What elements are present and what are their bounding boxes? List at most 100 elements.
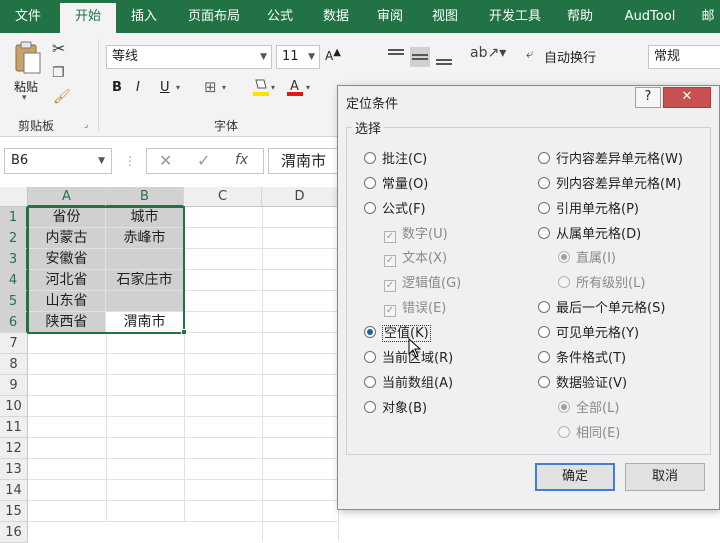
copy-icon[interactable]: ❐ xyxy=(52,65,65,81)
cancel-button[interactable]: 取消 xyxy=(625,463,705,491)
grow-font-icon[interactable]: A▲ xyxy=(325,47,341,63)
fill-handle[interactable] xyxy=(181,329,187,335)
chevron-down-icon: ▼ xyxy=(260,52,267,62)
font-size-combo[interactable]: 11 ▼ xyxy=(276,45,320,69)
column-header-c[interactable]: C xyxy=(184,187,262,207)
chevron-down-icon: ▼ xyxy=(308,52,315,62)
option-current-array[interactable]: 当前数组(A) xyxy=(364,375,453,393)
option-label: 批注(C) xyxy=(382,152,428,167)
row-header[interactable]: 8 xyxy=(0,354,28,375)
borders-icon[interactable]: ⊞ xyxy=(204,78,217,96)
select-all-corner[interactable] xyxy=(0,187,28,207)
close-button[interactable]: ✕ xyxy=(663,87,711,108)
fill-color-icon[interactable] xyxy=(252,77,270,97)
cut-icon[interactable]: ✂ xyxy=(52,39,65,58)
option-last-cell[interactable]: 最后一个单元格(S) xyxy=(538,300,665,318)
cell-a3[interactable]: 安徽省 xyxy=(28,249,106,270)
row-header[interactable]: 7 xyxy=(0,333,28,354)
formula-controls: ✕ ✓ fx xyxy=(146,148,264,174)
paste-dropdown-icon[interactable]: ▾ xyxy=(22,93,27,103)
tab-view[interactable]: 视图 xyxy=(425,0,465,33)
option-validation-all: 全部(L) xyxy=(558,400,619,418)
row-header[interactable]: 12 xyxy=(0,438,28,459)
underline-button[interactable]: U xyxy=(160,80,170,95)
option-precedents[interactable]: 引用单元格(P) xyxy=(538,201,639,219)
cancel-icon[interactable]: ✕ xyxy=(159,151,172,170)
font-color-icon[interactable]: A xyxy=(286,77,304,97)
paste-icon[interactable] xyxy=(12,41,42,77)
name-box[interactable]: B6 ▼ xyxy=(4,148,112,174)
cell-b5[interactable] xyxy=(106,291,184,312)
cell-b3[interactable] xyxy=(106,249,184,270)
cell-a1[interactable]: 省份 xyxy=(28,207,106,228)
cell-a2[interactable]: 内蒙古 xyxy=(28,228,106,249)
font-name-combo[interactable]: 等线 ▼ xyxy=(106,45,272,69)
tab-review[interactable]: 审阅 xyxy=(370,0,410,33)
row-header[interactable]: 3 xyxy=(0,249,28,270)
cell-b4[interactable]: 石家庄市 xyxy=(106,270,184,291)
number-format-combo[interactable]: 常规 xyxy=(648,45,720,69)
column-header-d[interactable]: D xyxy=(262,187,338,207)
row-header[interactable]: 16 xyxy=(0,522,28,543)
option-constants[interactable]: 常量(O) xyxy=(364,176,428,194)
cell-b1[interactable]: 城市 xyxy=(106,207,184,228)
checkmark-icon: ✓ xyxy=(384,255,396,267)
cell-a4[interactable]: 河北省 xyxy=(28,270,106,291)
radio-icon xyxy=(364,351,376,363)
option-dependents[interactable]: 从属单元格(D) xyxy=(538,226,641,244)
row-header[interactable]: 15 xyxy=(0,501,28,522)
row-header[interactable]: 13 xyxy=(0,459,28,480)
row-header[interactable]: 9 xyxy=(0,375,28,396)
column-header-b[interactable]: B xyxy=(106,187,184,207)
italic-button[interactable]: I xyxy=(136,80,140,95)
option-label: 行内容差异单元格(W) xyxy=(556,152,683,167)
chevron-down-icon[interactable]: ▾ xyxy=(222,83,226,92)
cell-a5[interactable]: 山东省 xyxy=(28,291,106,312)
gridline xyxy=(184,311,338,312)
option-comments[interactable]: 批注(C) xyxy=(364,151,427,169)
row-header[interactable]: 5 xyxy=(0,291,28,312)
tab-page-layout[interactable]: 页面布局 xyxy=(178,0,250,33)
tab-home[interactable]: 开始 xyxy=(60,3,116,33)
tab-help[interactable]: 帮助 xyxy=(560,0,600,33)
cell-b2[interactable]: 赤峰市 xyxy=(106,228,184,249)
cell-b6[interactable]: 渭南市 xyxy=(106,312,184,333)
help-button[interactable]: ? xyxy=(635,87,661,108)
formula-input[interactable]: 渭南市 xyxy=(268,148,348,174)
chevron-down-icon[interactable]: ▾ xyxy=(176,83,180,92)
column-header-a[interactable]: A xyxy=(28,187,106,207)
row-header[interactable]: 10 xyxy=(0,396,28,417)
cell-a6[interactable]: 陕西省 xyxy=(28,312,106,333)
option-row-differences[interactable]: 行内容差异单元格(W) xyxy=(538,151,683,169)
option-data-validation[interactable]: 数据验证(V) xyxy=(538,375,627,393)
enter-icon[interactable]: ✓ xyxy=(197,151,210,170)
insert-function-icon[interactable]: fx xyxy=(235,152,248,168)
row-header[interactable]: 1 xyxy=(0,207,28,228)
option-objects[interactable]: 对象(B) xyxy=(364,400,427,418)
tab-mail[interactable]: 邮 xyxy=(696,0,720,33)
text-orientation-icon[interactable]: ab↗▾ xyxy=(470,45,506,61)
option-visible-cells[interactable]: 可见单元格(Y) xyxy=(538,325,639,343)
chevron-down-icon[interactable]: ▾ xyxy=(271,83,275,92)
tab-developer[interactable]: 开发工具 xyxy=(480,0,550,33)
tab-file[interactable]: 文件 xyxy=(4,0,52,33)
option-column-differences[interactable]: 列内容差异单元格(M) xyxy=(538,176,681,194)
tab-formulas[interactable]: 公式 xyxy=(260,0,300,33)
clipboard-launcher-icon[interactable]: ⌟ xyxy=(84,120,88,130)
chevron-down-icon[interactable]: ▾ xyxy=(306,83,310,92)
wrap-text-button[interactable]: 自动换行 xyxy=(544,47,596,66)
row-header[interactable]: 14 xyxy=(0,480,28,501)
row-header[interactable]: 11 xyxy=(0,417,28,438)
option-formulas[interactable]: 公式(F) xyxy=(364,201,426,219)
format-painter-icon[interactable]: 🖌 xyxy=(53,89,71,105)
tab-insert[interactable]: 插入 xyxy=(122,0,166,33)
ok-button[interactable]: 确定 xyxy=(535,463,615,491)
option-conditional-formats[interactable]: 条件格式(T) xyxy=(538,350,626,368)
checkbox-logicals: ✓ 逻辑值(G) xyxy=(384,275,461,293)
tab-data[interactable]: 数据 xyxy=(316,0,356,33)
row-header[interactable]: 2 xyxy=(0,228,28,249)
row-header[interactable]: 6 xyxy=(0,312,28,333)
row-header[interactable]: 4 xyxy=(0,270,28,291)
bold-button[interactable]: B xyxy=(112,80,122,95)
tab-audtool[interactable]: AudTool xyxy=(615,0,685,33)
